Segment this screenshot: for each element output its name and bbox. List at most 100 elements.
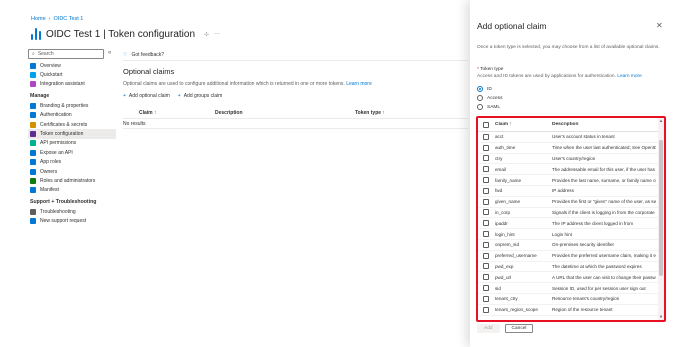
sidebar-item-app-roles[interactable]: App roles	[28, 158, 116, 167]
claim-row[interactable]: pwd_exp The datetime at which the passwor…	[478, 262, 658, 273]
add-groups-claim-button[interactable]: + Add groups claim	[178, 93, 223, 99]
expose-an-api-icon	[30, 149, 36, 156]
claim-row[interactable]: tenant_ctry Resource tenant's country/reg…	[478, 294, 658, 305]
close-icon[interactable]: ✕	[656, 21, 663, 30]
token-type-learn-more-link[interactable]: Learn more	[617, 74, 642, 79]
integration-assistant-icon	[30, 81, 36, 88]
sidebar-item-expose-an-api[interactable]: Expose an API	[28, 148, 116, 157]
claim-checkbox[interactable]	[482, 155, 489, 162]
select-all-checkbox[interactable]	[482, 121, 489, 128]
claim-row[interactable]: sid Session ID, used for per session user…	[478, 283, 658, 294]
scroll-up-icon[interactable]: ▲	[658, 118, 664, 124]
learn-more-link[interactable]: Learn more	[346, 81, 372, 87]
radio-button[interactable]	[477, 86, 483, 92]
claim-row[interactable]: tenant_region_scope Region of the resourc…	[478, 305, 658, 316]
sidebar-item-manifest[interactable]: Manifest	[28, 186, 116, 195]
claim-checkbox[interactable]	[482, 263, 489, 270]
claim-checkbox-cell	[478, 241, 493, 248]
claim-checkbox[interactable]	[482, 285, 489, 292]
section-title: Optional claims	[123, 67, 175, 76]
app-roles-icon	[30, 159, 36, 166]
claim-description: Signals if the client is logging in from…	[552, 209, 656, 215]
claim-name: fwd	[495, 188, 503, 194]
add-optional-claim-label: Add optional claim	[128, 93, 170, 99]
more-options-icon[interactable]: ···	[214, 31, 220, 38]
claim-description: User's country/region	[552, 155, 596, 161]
claim-checkbox[interactable]	[482, 209, 489, 216]
claim-row[interactable]: fwd IP address	[478, 186, 658, 197]
sidebar-item-api-permissions[interactable]: API permissions	[28, 139, 116, 148]
claim-row[interactable]: family_name Provides the last name, surna…	[478, 175, 658, 186]
claims-column-claim[interactable]: Claim ↑	[493, 122, 550, 127]
claim-checkbox[interactable]	[482, 241, 489, 248]
sidebar-item-quickstart[interactable]: Quickstart	[28, 70, 116, 79]
sidebar-item-overview[interactable]: Overview	[28, 61, 116, 70]
token-type-option-access[interactable]: Access	[477, 95, 502, 101]
sidebar-item-token-configuration[interactable]: Token configuration	[28, 129, 116, 139]
scrollbar-thumb[interactable]	[659, 140, 663, 276]
breadcrumb-separator: ›	[48, 16, 51, 22]
collapse-sidebar-icon[interactable]: «	[108, 50, 111, 56]
claim-description: Provides the first or "given" name of th…	[552, 199, 656, 205]
sidebar-item-integration-assistant[interactable]: Integration assistant	[28, 80, 116, 89]
sidebar-item-label: Token configuration	[40, 131, 84, 138]
sidebar-item-branding-properties[interactable]: Branding & properties	[28, 101, 116, 110]
sidebar-item-certificates-secrets[interactable]: Certificates & secrets	[28, 120, 116, 129]
roles-and-administrators-icon	[30, 177, 36, 184]
claim-row[interactable]: pwd_url A URL that the user can visit to …	[478, 272, 658, 284]
breadcrumb-home[interactable]: Home	[31, 16, 46, 22]
claim-row[interactable]: acct User's account status in tenant	[478, 132, 658, 143]
claim-checkbox-cell	[478, 177, 493, 184]
sidebar-item-owners[interactable]: Owners	[28, 167, 116, 176]
troubleshooting-icon	[30, 208, 36, 215]
radio-button[interactable]	[477, 104, 483, 110]
claim-checkbox[interactable]	[482, 274, 489, 281]
claim-checkbox[interactable]	[482, 133, 489, 140]
claim-checkbox[interactable]	[482, 220, 489, 227]
sidebar-item-label: Certificates & secrets	[40, 121, 88, 128]
claim-checkbox[interactable]	[482, 231, 489, 238]
claim-checkbox[interactable]	[482, 177, 489, 184]
claim-checkbox-cell	[478, 263, 493, 270]
token-type-option-id[interactable]: ID	[477, 86, 492, 92]
claim-checkbox[interactable]	[482, 187, 489, 194]
scroll-down-icon[interactable]: ▼	[658, 314, 664, 320]
claim-row[interactable]: login_hint Login hint	[478, 229, 658, 240]
claim-row[interactable]: in_corp Signals if the client is logging …	[478, 208, 658, 219]
add-button[interactable]: Add	[477, 324, 500, 333]
claim-description: A URL that the user can visit to change …	[552, 274, 656, 280]
claim-row[interactable]: ipaddr The IP address the client logged i…	[478, 218, 658, 230]
sidebar-item-roles-and-administrators[interactable]: Roles and administrators	[28, 176, 116, 185]
claim-checkbox[interactable]	[482, 252, 489, 259]
column-claim[interactable]: Claim ↑	[139, 110, 215, 116]
column-description[interactable]: Description	[215, 110, 355, 116]
sidebar-item-label: API permissions	[40, 140, 77, 147]
claim-row[interactable]: preferred_username Provides the preferred…	[478, 251, 658, 262]
claim-checkbox[interactable]	[482, 198, 489, 205]
add-optional-claim-button[interactable]: + Add optional claim	[123, 93, 170, 99]
radio-button[interactable]	[477, 95, 483, 101]
sidebar-item-new-support-request[interactable]: New support request	[28, 216, 116, 225]
claim-row[interactable]: given_name Provides the first or "given" …	[478, 197, 658, 208]
column-token-type[interactable]: Token type ↑	[355, 110, 385, 116]
pin-icon[interactable]: ⊹	[204, 31, 209, 38]
claim-checkbox[interactable]	[482, 166, 489, 173]
cancel-button[interactable]: Cancel	[504, 324, 534, 333]
sidebar-item-label: Overview	[40, 62, 61, 69]
claim-row[interactable]: auth_time Time when the user last authent…	[478, 143, 658, 154]
claim-row[interactable]: email The addressable email for this user…	[478, 164, 658, 176]
claim-description: On-premises security identifier	[552, 242, 615, 248]
breadcrumb-app[interactable]: OIDC Test 1	[54, 16, 84, 22]
claim-row[interactable]: ctry User's country/region	[478, 154, 658, 165]
claim-checkbox[interactable]	[482, 306, 489, 313]
claim-row[interactable]: onprem_sid On-premises security identifie…	[478, 240, 658, 251]
feedback-button[interactable]: Got feedback?	[131, 52, 164, 58]
claim-checkbox[interactable]	[482, 295, 489, 302]
claims-scrollbar[interactable]: ▲ ▼	[658, 118, 664, 320]
claim-checkbox[interactable]	[482, 144, 489, 151]
token-type-option-saml[interactable]: SAML	[477, 104, 500, 110]
sidebar-item-authentication[interactable]: Authentication	[28, 111, 116, 120]
sidebar-search-input[interactable]: ⌕ Search	[28, 49, 104, 59]
claim-checkbox-cell	[478, 133, 493, 140]
sidebar-item-troubleshooting[interactable]: Troubleshooting	[28, 207, 116, 216]
